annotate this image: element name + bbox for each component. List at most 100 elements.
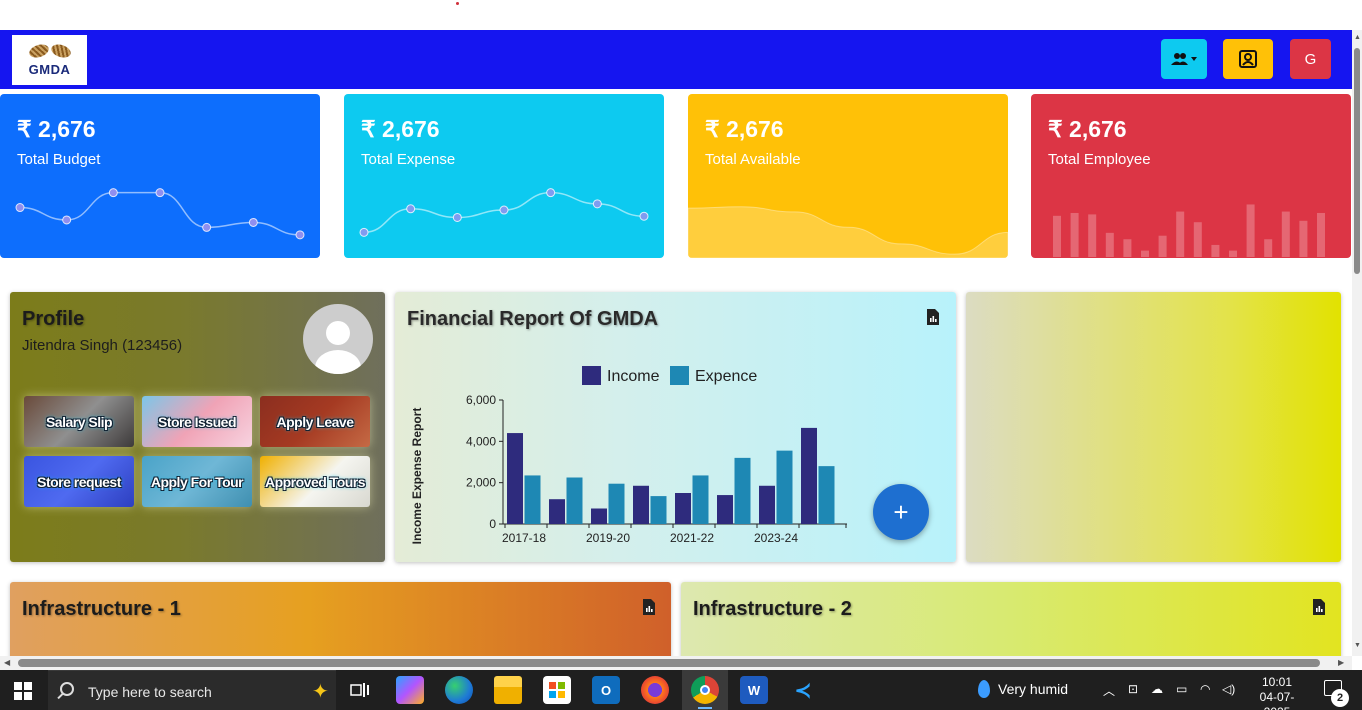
- windows-start-icon[interactable]: [14, 682, 32, 700]
- stat-card-total-expense[interactable]: ₹ 2,676 Total Expense: [344, 94, 664, 258]
- legend-label: Expence: [695, 368, 757, 385]
- top-strip: [0, 0, 1362, 30]
- copilot-sparkle-icon: ✦: [312, 681, 329, 703]
- bar-expence: [650, 496, 667, 524]
- infrastructure-1-title: Infrastructure - 1: [22, 598, 181, 620]
- users-dropdown-button[interactable]: [1161, 39, 1207, 79]
- sparkline-bar: [1158, 235, 1167, 257]
- vertical-scrollbar[interactable]: ▲ ▼: [1352, 30, 1362, 656]
- brand-logo[interactable]: GMDA: [12, 35, 87, 85]
- avatar[interactable]: [303, 304, 373, 374]
- sparkline-point: [546, 188, 556, 198]
- income-expense-chart: Income Expence 0 2,000 4,000 6,000 Income Expe…: [410, 366, 847, 545]
- y-axis-title: Income Expense Report: [410, 408, 424, 545]
- store-request-tile[interactable]: Store request: [24, 456, 134, 507]
- bar-expence: [566, 477, 583, 524]
- bar-income: [801, 427, 817, 524]
- sparkline-point: [62, 215, 72, 225]
- scroll-left-icon[interactable]: ◀: [4, 658, 10, 667]
- stat-card-total-employee[interactable]: ₹ 2,676 Total Employee: [1031, 94, 1351, 258]
- navbar: GMDA G: [0, 30, 1352, 89]
- scroll-down-icon[interactable]: ▼: [1354, 642, 1361, 649]
- profile-card-button[interactable]: [1223, 39, 1273, 79]
- sparkline-bar: [1105, 232, 1114, 257]
- sparkline-point: [639, 211, 649, 221]
- chrome-icon[interactable]: [691, 676, 719, 704]
- empty-widget-card: [966, 292, 1341, 562]
- bar-income: [675, 493, 691, 524]
- firefox-icon[interactable]: [641, 676, 669, 704]
- battery-icon[interactable]: ▭: [1176, 682, 1187, 696]
- sparkline-bar: [1299, 220, 1308, 257]
- search-placeholder: Type here to search: [88, 684, 212, 700]
- sparkline-point: [499, 205, 509, 215]
- stat-card-total-available[interactable]: ₹ 2,676 Total Available: [688, 94, 1008, 258]
- microsoft-store-icon[interactable]: [543, 676, 571, 704]
- sparkline-chart: [359, 188, 649, 237]
- vscode-icon[interactable]: ≺: [789, 676, 817, 704]
- legend-swatch: [582, 366, 601, 385]
- sparkline-bar: [1317, 212, 1325, 257]
- sparkline-point: [108, 188, 118, 198]
- scroll-thumb[interactable]: [18, 659, 1320, 667]
- taskbar-clock[interactable]: 10:01 04-07-2025: [1247, 675, 1307, 710]
- report-download-icon[interactable]: [1312, 599, 1326, 615]
- meet-now-icon[interactable]: ⊡: [1128, 682, 1138, 696]
- report-download-icon[interactable]: [642, 599, 656, 615]
- apply-for-tour-tile[interactable]: Apply For Tour: [142, 456, 252, 507]
- x-tick-label: 2021-22: [670, 531, 714, 545]
- bar-income: [549, 499, 565, 524]
- bar-expence: [608, 483, 625, 524]
- tile-label: Salary Slip: [45, 413, 113, 430]
- salary-slip-tile[interactable]: Salary Slip: [24, 396, 134, 447]
- sparkline-bar: [1123, 239, 1132, 257]
- volume-icon[interactable]: ◁): [1222, 682, 1235, 696]
- task-view-icon[interactable]: [346, 676, 374, 704]
- apply-leave-tile[interactable]: Apply Leave: [260, 396, 370, 447]
- y-tick-label: 4,000: [466, 434, 496, 448]
- users-dropdown-icon: [1171, 53, 1197, 65]
- weather-widget[interactable]: Very humid: [978, 680, 1068, 698]
- sparkline-area: [688, 206, 1008, 258]
- infrastructure-2-title: Infrastructure - 2: [693, 598, 852, 620]
- edge-browser-icon[interactable]: [445, 676, 473, 704]
- sparkline-chart: [15, 188, 305, 240]
- profile-card-icon: [1239, 50, 1257, 68]
- clock-date: 04-07-2025: [1259, 690, 1295, 710]
- bar-expence: [692, 475, 709, 524]
- chevron-up-icon[interactable]: ︿: [1103, 682, 1115, 699]
- profile-card: Profile Jitendra Singh (123456) Salary S…: [10, 292, 385, 562]
- legend-label: Income: [607, 368, 660, 385]
- indicator-dot: [456, 2, 459, 5]
- scroll-right-icon[interactable]: ▶: [1338, 658, 1344, 667]
- sparkline-point: [359, 227, 369, 237]
- outlook-icon[interactable]: O: [592, 676, 620, 704]
- humidity-drop-icon: [978, 680, 990, 698]
- word-icon[interactable]: W: [740, 676, 768, 704]
- sparkline-bar: [1193, 222, 1202, 257]
- notification-count-badge[interactable]: 2: [1331, 689, 1349, 707]
- y-tick-label: 2,000: [466, 476, 496, 490]
- x-tick-label: 2023-24: [754, 531, 798, 545]
- windows-taskbar: Type here to search ✦ O W ≺ Very humid ︿…: [0, 670, 1362, 710]
- file-explorer-icon[interactable]: [494, 676, 522, 704]
- bar-income: [591, 508, 607, 524]
- add-fab-button[interactable]: +: [873, 484, 929, 540]
- sparkline-bar: [1229, 250, 1237, 257]
- logout-button[interactable]: G: [1290, 39, 1331, 79]
- logo-leaf-icon: [25, 42, 75, 61]
- wifi-icon[interactable]: ◠: [1200, 682, 1210, 696]
- store-issued-tile[interactable]: Store Issued: [142, 396, 252, 447]
- sparkline-path: [19, 191, 301, 236]
- y-tick-label: 0: [489, 517, 496, 531]
- taskbar-search-box[interactable]: Type here to search ✦: [48, 670, 336, 710]
- approved-tours-tile[interactable]: Approved Tours: [260, 456, 370, 507]
- scroll-thumb[interactable]: [1354, 48, 1360, 274]
- tile-label: Apply For Tour: [150, 473, 244, 490]
- horizontal-scrollbar[interactable]: ◀ ▶: [0, 656, 1352, 670]
- stat-card-total-budget[interactable]: ₹ 2,676 Total Budget: [0, 94, 320, 258]
- onedrive-icon[interactable]: ☁: [1151, 682, 1163, 696]
- copilot-app-icon[interactable]: [396, 676, 424, 704]
- scroll-up-icon[interactable]: ▲: [1354, 34, 1361, 41]
- app-window: GMDA G ₹ 2,676 Total Budget ₹ 2,676 Tota: [0, 0, 1362, 710]
